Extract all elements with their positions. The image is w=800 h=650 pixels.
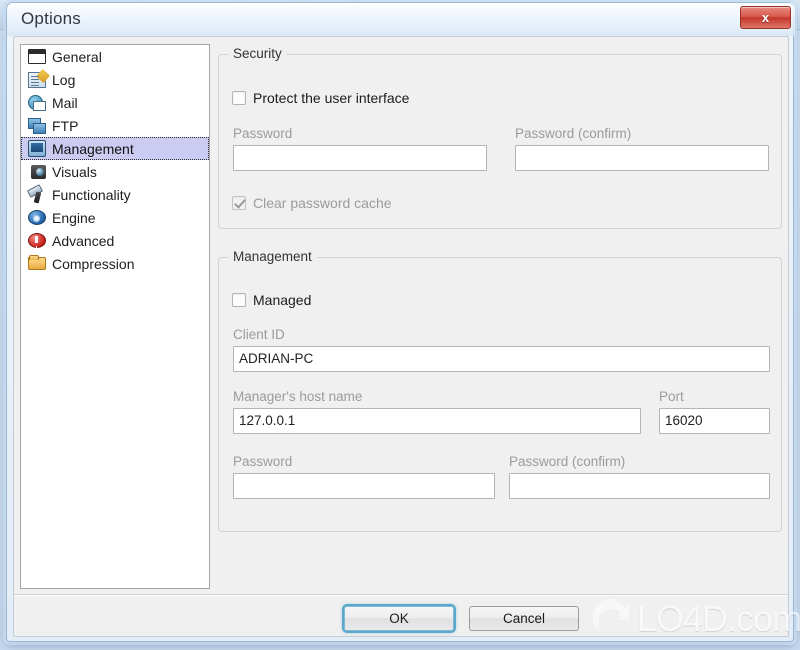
ok-button[interactable]: OK [344, 606, 454, 631]
sidebar-item-label: Mail [52, 94, 78, 111]
management-password-input[interactable] [233, 473, 495, 499]
mail-globe-icon [28, 94, 46, 111]
device-screen-icon [28, 140, 46, 157]
clear-password-cache-label: Clear password cache [253, 195, 392, 211]
clear-password-cache-checkbox-row[interactable]: Clear password cache [232, 195, 392, 211]
settings-category-list[interactable]: General Log Mail FTP Management Visuals [20, 44, 210, 589]
dialog-footer: OK Cancel [14, 596, 788, 636]
management-password-confirm-input[interactable] [509, 473, 770, 499]
port-label: Port [659, 389, 684, 404]
sidebar-item-ftp[interactable]: FTP [21, 114, 209, 137]
sidebar-item-advanced[interactable]: Advanced [21, 229, 209, 252]
cancel-button[interactable]: Cancel [469, 606, 579, 631]
manager-host-name-label: Manager's host name [233, 389, 363, 404]
sidebar-item-label: Compression [52, 255, 135, 272]
settings-pane: Security Protect the user interface Pass… [218, 44, 784, 589]
port-input[interactable]: 16020 [659, 408, 770, 434]
exclamation-circle-icon [28, 233, 46, 248]
camera-icon [28, 164, 46, 179]
wrench-hammer-icon [28, 187, 46, 203]
protect-ui-checkbox-row[interactable]: Protect the user interface [232, 90, 409, 106]
sidebar-item-mail[interactable]: Mail [21, 91, 209, 114]
sidebar-item-label: Visuals [52, 163, 97, 180]
sidebar-item-label: Management [52, 140, 134, 157]
management-groupbox: Management Managed Client ID ADRIAN-PC M… [218, 249, 782, 532]
security-password-input[interactable] [233, 145, 487, 171]
sidebar-item-management[interactable]: Management [21, 137, 209, 160]
client-id-input[interactable]: ADRIAN-PC [233, 346, 770, 372]
manager-host-name-input[interactable]: 127.0.0.1 [233, 408, 641, 434]
protect-ui-checkbox[interactable] [232, 91, 246, 105]
security-password-confirm-input[interactable] [515, 145, 769, 171]
sidebar-item-visuals[interactable]: Visuals [21, 160, 209, 183]
managed-checkbox[interactable] [232, 293, 246, 307]
sidebar-item-label: Functionality [52, 186, 131, 203]
sidebar-item-label: General [52, 48, 102, 65]
security-password-confirm-label: Password (confirm) [515, 126, 632, 141]
security-groupbox: Security Protect the user interface Pass… [218, 46, 782, 229]
two-monitors-icon [28, 117, 46, 134]
sidebar-item-general[interactable]: General [21, 45, 209, 68]
close-icon[interactable]: x [740, 6, 791, 29]
security-password-label: Password [233, 126, 293, 141]
sidebar-item-engine[interactable]: Engine [21, 206, 209, 229]
options-dialog: Options x General Log Mail FTP Managemen… [6, 2, 795, 642]
management-password-label: Password [233, 454, 293, 469]
folder-icon [28, 255, 46, 270]
sidebar-item-functionality[interactable]: Functionality [21, 183, 209, 206]
sidebar-item-label: Advanced [52, 232, 115, 249]
management-password-confirm-label: Password (confirm) [509, 454, 626, 469]
sidebar-item-label: Engine [52, 209, 96, 226]
clear-password-cache-checkbox[interactable] [232, 196, 246, 210]
managed-label: Managed [253, 292, 312, 308]
security-group-title: Security [228, 46, 287, 61]
title-bar: Options x [7, 3, 795, 36]
sidebar-item-log[interactable]: Log [21, 68, 209, 91]
managed-checkbox-row[interactable]: Managed [232, 292, 311, 308]
notepad-pencil-icon [28, 71, 46, 88]
sidebar-item-compression[interactable]: Compression [21, 252, 209, 275]
sidebar-item-label: FTP [52, 117, 79, 134]
window-icon [28, 49, 46, 64]
client-id-label: Client ID [233, 327, 285, 342]
protect-ui-label: Protect the user interface [253, 90, 410, 106]
window-title: Options [21, 9, 81, 28]
gear-icon [28, 210, 46, 225]
sidebar-item-label: Log [52, 71, 76, 88]
management-group-title: Management [228, 249, 317, 264]
dialog-client-area: General Log Mail FTP Management Visuals [13, 36, 789, 637]
